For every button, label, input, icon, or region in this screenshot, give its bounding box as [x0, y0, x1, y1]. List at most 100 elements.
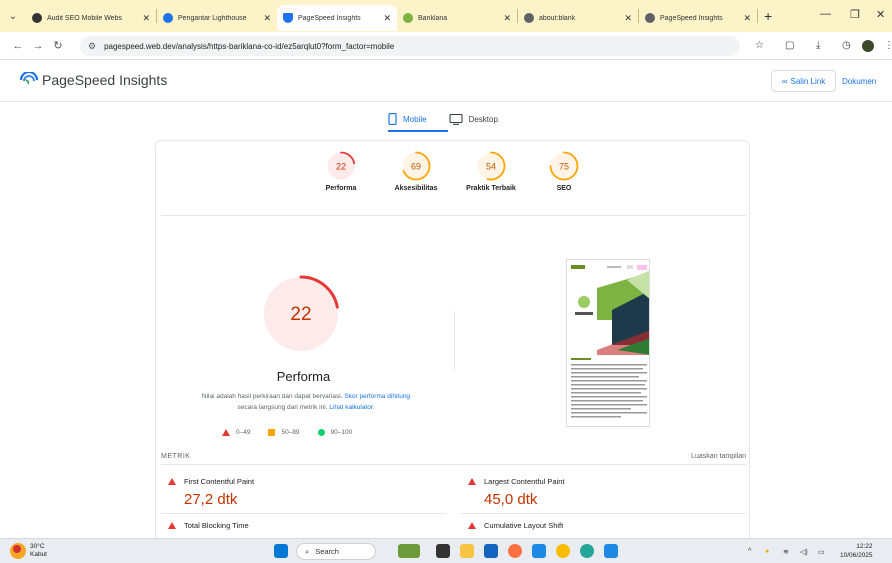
close-tab-icon[interactable]: ✕	[624, 13, 632, 24]
report-card: 22 Performa 69 Aksesibilitas 54 Praktik …	[155, 140, 750, 560]
weather-sun-icon	[10, 543, 26, 559]
gauge-praktik-terbaik[interactable]: 54 Praktik Terbaik	[456, 151, 526, 192]
square-icon	[268, 429, 276, 436]
gauge-performa[interactable]: 22 Performa	[306, 151, 376, 192]
wifi-icon[interactable]: ≋	[783, 548, 789, 556]
store-app-icon[interactable]	[484, 544, 498, 558]
chrome-icon[interactable]	[556, 544, 570, 558]
windows-start-icon[interactable]	[274, 544, 288, 558]
gauge-seo[interactable]: 75 SEO	[529, 151, 599, 192]
pagespeed-logo-icon	[20, 72, 38, 85]
profile-avatar-icon[interactable]	[862, 40, 874, 52]
tab-desktop[interactable]: Desktop	[449, 113, 498, 125]
calculator-link[interactable]: Lihat kalkulator.	[329, 404, 374, 411]
tab-title: Pengantar Lighthouse	[178, 14, 247, 22]
tab-audit-seo[interactable]: Audit SEO Mobile Webs ✕	[26, 5, 156, 31]
app-icon[interactable]	[604, 544, 618, 558]
clock-date: 10/06/2025	[840, 552, 873, 559]
link-icon: ∞	[781, 76, 788, 86]
menu-dots-icon[interactable]: ⋮	[884, 40, 892, 51]
minimize-button[interactable]: —	[820, 8, 831, 20]
volume-icon[interactable]: ◁)	[800, 548, 808, 556]
weather-widget[interactable]: 30°C Kabut	[10, 543, 47, 559]
divider	[161, 215, 746, 216]
device-toggle: Mobile Desktop	[388, 108, 520, 130]
legend-text: 0–49	[236, 429, 251, 436]
active-tab-indicator	[388, 130, 448, 132]
divider	[454, 311, 455, 371]
new-tab-button[interactable]: +	[764, 8, 772, 24]
tab-title: Audit SEO Mobile Webs	[47, 14, 122, 22]
back-button[interactable]: ←	[8, 40, 28, 52]
download-icon[interactable]: ⤓	[816, 40, 820, 51]
task-view-icon[interactable]	[436, 544, 450, 558]
metric-lcp: Largest Contentful Paint 45,0 dtk	[468, 477, 748, 508]
tab-mobile[interactable]: Mobile	[388, 113, 427, 125]
close-tab-icon[interactable]: ✕	[383, 13, 391, 24]
gauge-ring: 54	[477, 151, 506, 181]
close-tab-icon[interactable]: ✕	[263, 13, 271, 24]
metric-cls: Cumulative Layout Shift	[468, 521, 748, 530]
system-clock[interactable]: 12:22 10/06/2025	[840, 542, 873, 560]
file-explorer-icon[interactable]	[460, 544, 474, 558]
legend-text: 90–100	[330, 429, 353, 436]
weather-temp: 30°C	[30, 543, 45, 550]
forward-button[interactable]: →	[28, 40, 48, 52]
tab-strip: ⌄ Audit SEO Mobile Webs ✕ Pengantar Ligh…	[0, 0, 892, 32]
app-icon[interactable]	[508, 544, 522, 558]
extensions-icon[interactable]: ▢	[785, 40, 794, 51]
close-tab-icon[interactable]: ✕	[503, 13, 511, 24]
bookmark-star-icon[interactable]: ☆	[755, 40, 764, 51]
divider	[161, 513, 446, 514]
tab-pengantar-lighthouse[interactable]: Pengantar Lighthouse ✕	[157, 5, 277, 31]
tab-separator	[757, 9, 758, 23]
gauge-label: Aksesibilitas	[394, 185, 438, 192]
legend-pass: 90–100	[317, 429, 353, 436]
gauge-aksesibilitas[interactable]: 69 Aksesibilitas	[381, 151, 451, 192]
tray-app-icon[interactable]: ●	[765, 548, 769, 555]
address-bar[interactable]: ⚙ pagespeed.web.dev/analysis/https-barik…	[80, 36, 740, 56]
reload-button[interactable]: ↻	[48, 39, 68, 52]
tab-mobile-label: Mobile	[403, 114, 427, 124]
performance-score: 22	[290, 304, 311, 325]
tab-pagespeed-2[interactable]: PageSpeed Insights ✕	[639, 5, 757, 31]
windows-taskbar: 30°C Kabut ⌕ Search ^ ● ≋ ◁) ▭ 12:22 10/…	[0, 538, 892, 563]
history-icon[interactable]: ◷	[842, 40, 851, 51]
screenshot-image	[567, 260, 649, 426]
search-placeholder: Search	[315, 547, 339, 556]
psi-header: PageSpeed Insights ∞ Salin Link Dokumen	[0, 60, 892, 102]
expand-view-toggle[interactable]: Luaskan tampilan	[691, 453, 746, 460]
close-tab-icon[interactable]: ✕	[142, 13, 150, 24]
clock-time: 12:22	[856, 543, 873, 550]
docs-link[interactable]: Dokumen	[842, 70, 876, 92]
site-info-icon[interactable]: ⚙	[88, 41, 96, 52]
tab-title: about:blank	[539, 14, 576, 22]
score-calc-link[interactable]: Skor performa dihitung	[344, 393, 410, 400]
taskbar-search[interactable]: ⌕ Search	[296, 543, 376, 560]
tab-title: PageSpeed Insights	[298, 14, 361, 22]
metric-value: 27,2 dtk	[184, 491, 238, 508]
widgets-app-icon[interactable]	[398, 544, 420, 558]
gauge-score: 54	[486, 162, 496, 172]
close-window-button[interactable]: ✕	[876, 8, 885, 21]
tray-chevron-icon[interactable]: ^	[748, 548, 751, 555]
metric-tbt: Total Blocking Time	[168, 521, 448, 530]
monitor-icon	[449, 113, 463, 125]
battery-icon[interactable]: ▭	[818, 548, 825, 556]
app-icon[interactable]	[532, 544, 546, 558]
metrics-heading: METRIK	[161, 453, 191, 460]
tab-search-icon[interactable]: ⌄	[0, 11, 26, 22]
close-tab-icon[interactable]: ✕	[743, 13, 751, 24]
app-icon[interactable]	[580, 544, 594, 558]
gauge-ring: 69	[402, 151, 431, 181]
copy-link-button[interactable]: ∞ Salin Link	[771, 70, 836, 92]
globe-icon	[524, 13, 534, 23]
metric-fcp: First Contentful Paint 27,2 dtk	[168, 477, 448, 508]
tab-pagespeed-active[interactable]: PageSpeed Insights ✕	[277, 5, 397, 31]
gauge-score: 69	[411, 162, 421, 172]
tab-banklana[interactable]: Banklana ✕	[397, 5, 517, 31]
smartphone-icon	[388, 113, 397, 125]
tab-about-blank[interactable]: about:blank ✕	[518, 5, 638, 31]
circle-icon	[317, 429, 325, 436]
maximize-button[interactable]: ❐	[850, 8, 860, 21]
